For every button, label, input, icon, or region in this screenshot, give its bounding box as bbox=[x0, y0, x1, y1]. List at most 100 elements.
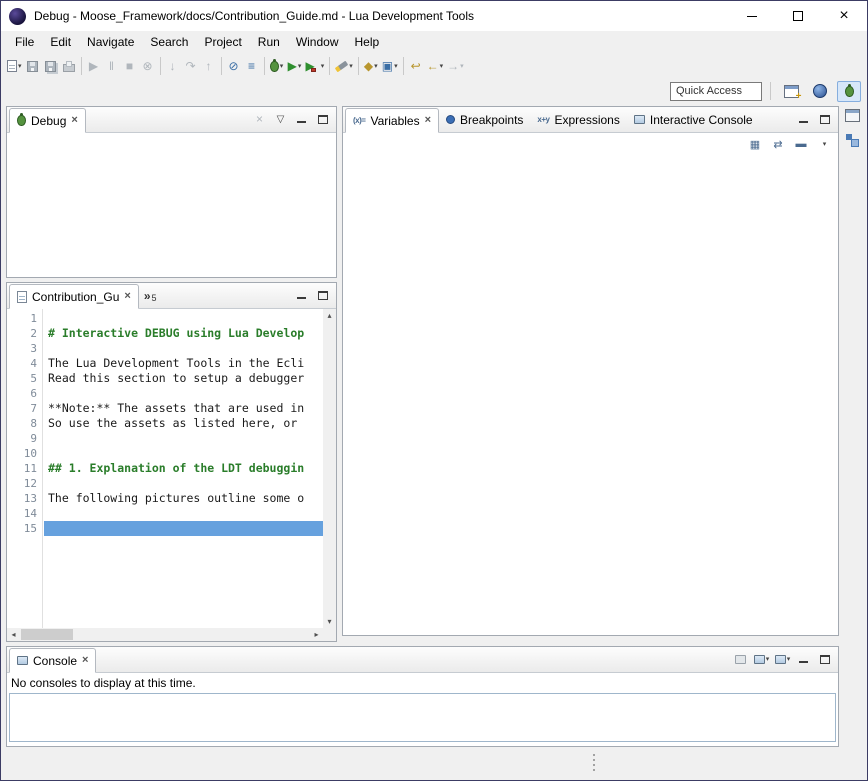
tab-console[interactable]: Console × bbox=[9, 648, 96, 673]
open-perspective-icon bbox=[784, 85, 799, 98]
quick-access-input[interactable] bbox=[670, 82, 762, 101]
maximize-view-button[interactable] bbox=[313, 110, 332, 129]
lua-perspective-button[interactable] bbox=[808, 81, 832, 102]
tab-contribution-guide[interactable]: Contribution_Gu × bbox=[9, 284, 139, 309]
tab-expressions[interactable]: x+y Expressions bbox=[530, 107, 626, 132]
menu-project[interactable]: Project bbox=[196, 32, 249, 52]
hidden-editors-chevron[interactable]: » 5 bbox=[139, 283, 162, 308]
save-all-button[interactable] bbox=[42, 55, 60, 77]
statusbar-drag-handle[interactable] bbox=[593, 754, 595, 771]
remove-terminated-button[interactable]: × bbox=[250, 110, 269, 129]
close-tab-icon[interactable]: × bbox=[71, 115, 77, 126]
save-button[interactable] bbox=[24, 55, 42, 77]
line-number: 3 bbox=[7, 341, 37, 356]
step-return-icon: ↑ bbox=[206, 60, 212, 72]
tab-variables[interactable]: (x)= Variables × bbox=[345, 108, 439, 133]
scroll-up-icon[interactable]: ▴ bbox=[323, 309, 336, 322]
minimize-window-button[interactable] bbox=[729, 1, 775, 31]
debug-button[interactable]: ▾ bbox=[268, 55, 286, 77]
print-icon bbox=[63, 64, 75, 72]
toolbar-separator bbox=[329, 57, 330, 75]
external-tools-button[interactable]: ▶▾ bbox=[304, 55, 327, 77]
open-perspective-button[interactable] bbox=[779, 81, 803, 102]
scrollbar-thumb[interactable] bbox=[21, 629, 73, 640]
variables-view-body[interactable] bbox=[343, 155, 838, 635]
menu-help[interactable]: Help bbox=[347, 32, 388, 52]
menu-navigate[interactable]: Navigate bbox=[79, 32, 142, 52]
dropdown-caret-icon: ▾ bbox=[440, 62, 444, 70]
scroll-right-icon[interactable]: ▸ bbox=[310, 628, 323, 641]
editor-body: 1 2 3 4 5 6 7 8 9 10 11 12 13 14 15 bbox=[7, 309, 336, 641]
debug-perspective-button[interactable] bbox=[837, 81, 861, 102]
minimized-view-stack-icon[interactable] bbox=[846, 134, 859, 147]
resume-button[interactable]: ▶ bbox=[85, 55, 103, 77]
toolbar-separator bbox=[358, 57, 359, 75]
restore-view-icon[interactable] bbox=[845, 109, 860, 122]
open-element-button[interactable]: ◆▾ bbox=[362, 55, 380, 77]
collapse-all-button[interactable]: ▬ bbox=[791, 135, 811, 153]
minimize-view-button[interactable] bbox=[292, 286, 311, 305]
run-button[interactable]: ▶▾ bbox=[286, 55, 304, 77]
code-area[interactable]: # Interactive DEBUG using Lua Develop Th… bbox=[44, 309, 323, 628]
scroll-down-icon[interactable]: ▾ bbox=[323, 615, 336, 628]
variables-toolbar: ▦ ⇄ ▬ ▾ bbox=[343, 133, 838, 155]
skip-all-breakpoints-button[interactable]: ⊘ bbox=[225, 55, 243, 77]
maximize-view-button[interactable] bbox=[313, 286, 332, 305]
horizontal-scrollbar[interactable]: ◂ ▸ bbox=[7, 628, 323, 641]
run-icon: ▶ bbox=[288, 60, 297, 72]
suspend-button[interactable]: ‖ bbox=[103, 55, 121, 77]
maximize-view-button[interactable] bbox=[815, 110, 834, 129]
console-icon bbox=[17, 656, 28, 665]
minimize-view-button[interactable] bbox=[794, 650, 813, 669]
minimize-view-button[interactable] bbox=[292, 110, 311, 129]
tab-interactive-console[interactable]: Interactive Console bbox=[627, 107, 760, 132]
new-wizard-button[interactable]: ▾ bbox=[5, 55, 24, 77]
tab-breakpoints[interactable]: Breakpoints bbox=[439, 107, 530, 132]
show-type-names-button[interactable]: ▦ bbox=[745, 135, 765, 153]
menu-file[interactable]: File bbox=[7, 32, 42, 52]
search-button[interactable]: ▾ bbox=[333, 55, 355, 77]
view-menu-icon: ▽ bbox=[277, 114, 285, 125]
close-tab-icon[interactable]: × bbox=[124, 291, 130, 302]
line-number-ruler[interactable]: 1 2 3 4 5 6 7 8 9 10 11 12 13 14 15 bbox=[7, 309, 43, 628]
line-number: 2 bbox=[7, 326, 37, 341]
scroll-left-icon[interactable]: ◂ bbox=[7, 628, 20, 641]
back-button[interactable]: ←▾ bbox=[425, 55, 446, 77]
watch-expression-button[interactable]: ⇄ bbox=[768, 135, 788, 153]
minimize-view-button[interactable] bbox=[794, 110, 813, 129]
pin-console-button[interactable] bbox=[731, 650, 750, 669]
menubar: File Edit Navigate Search Project Run Wi… bbox=[1, 31, 867, 53]
scrollbar-corner bbox=[323, 628, 336, 641]
menu-run[interactable]: Run bbox=[250, 32, 288, 52]
close-window-button[interactable]: × bbox=[821, 1, 867, 31]
menu-window[interactable]: Window bbox=[288, 32, 347, 52]
tab-debug[interactable]: Debug × bbox=[9, 108, 86, 133]
close-tab-icon[interactable]: × bbox=[425, 115, 431, 126]
step-into-button[interactable]: ↓ bbox=[164, 55, 182, 77]
open-console-button[interactable]: ▾ bbox=[773, 650, 792, 669]
debug-view-body[interactable] bbox=[7, 133, 336, 277]
console-text-area[interactable] bbox=[9, 693, 836, 742]
vertical-scrollbar[interactable]: ▴ ▾ bbox=[323, 309, 336, 628]
toolbar-separator bbox=[403, 57, 404, 75]
disconnect-button[interactable]: ⊗ bbox=[139, 55, 157, 77]
toolbox-icon bbox=[311, 68, 316, 72]
close-tab-icon[interactable]: × bbox=[82, 655, 88, 666]
ide-window: Debug - Moose_Framework/docs/Contributio… bbox=[0, 0, 868, 781]
last-edit-location-button[interactable]: ↩ bbox=[407, 55, 425, 77]
step-over-button[interactable]: ↷ bbox=[182, 55, 200, 77]
variables-view-menu-button[interactable]: ▾ bbox=[814, 135, 834, 153]
code-line bbox=[44, 476, 323, 491]
terminate-button[interactable]: ■ bbox=[121, 55, 139, 77]
use-step-filters-button[interactable]: ≡ bbox=[243, 55, 261, 77]
forward-button[interactable]: →▾ bbox=[445, 55, 466, 77]
view-menu-button[interactable]: ▽ bbox=[271, 110, 290, 129]
display-console-button[interactable]: ▾ bbox=[752, 650, 771, 669]
maximize-window-button[interactable] bbox=[775, 1, 821, 31]
menu-edit[interactable]: Edit bbox=[42, 32, 79, 52]
step-return-button[interactable]: ↑ bbox=[200, 55, 218, 77]
print-button[interactable] bbox=[60, 55, 78, 77]
menu-search[interactable]: Search bbox=[142, 32, 196, 52]
open-resource-button[interactable]: ▣▾ bbox=[380, 55, 400, 77]
maximize-view-button[interactable] bbox=[815, 650, 834, 669]
